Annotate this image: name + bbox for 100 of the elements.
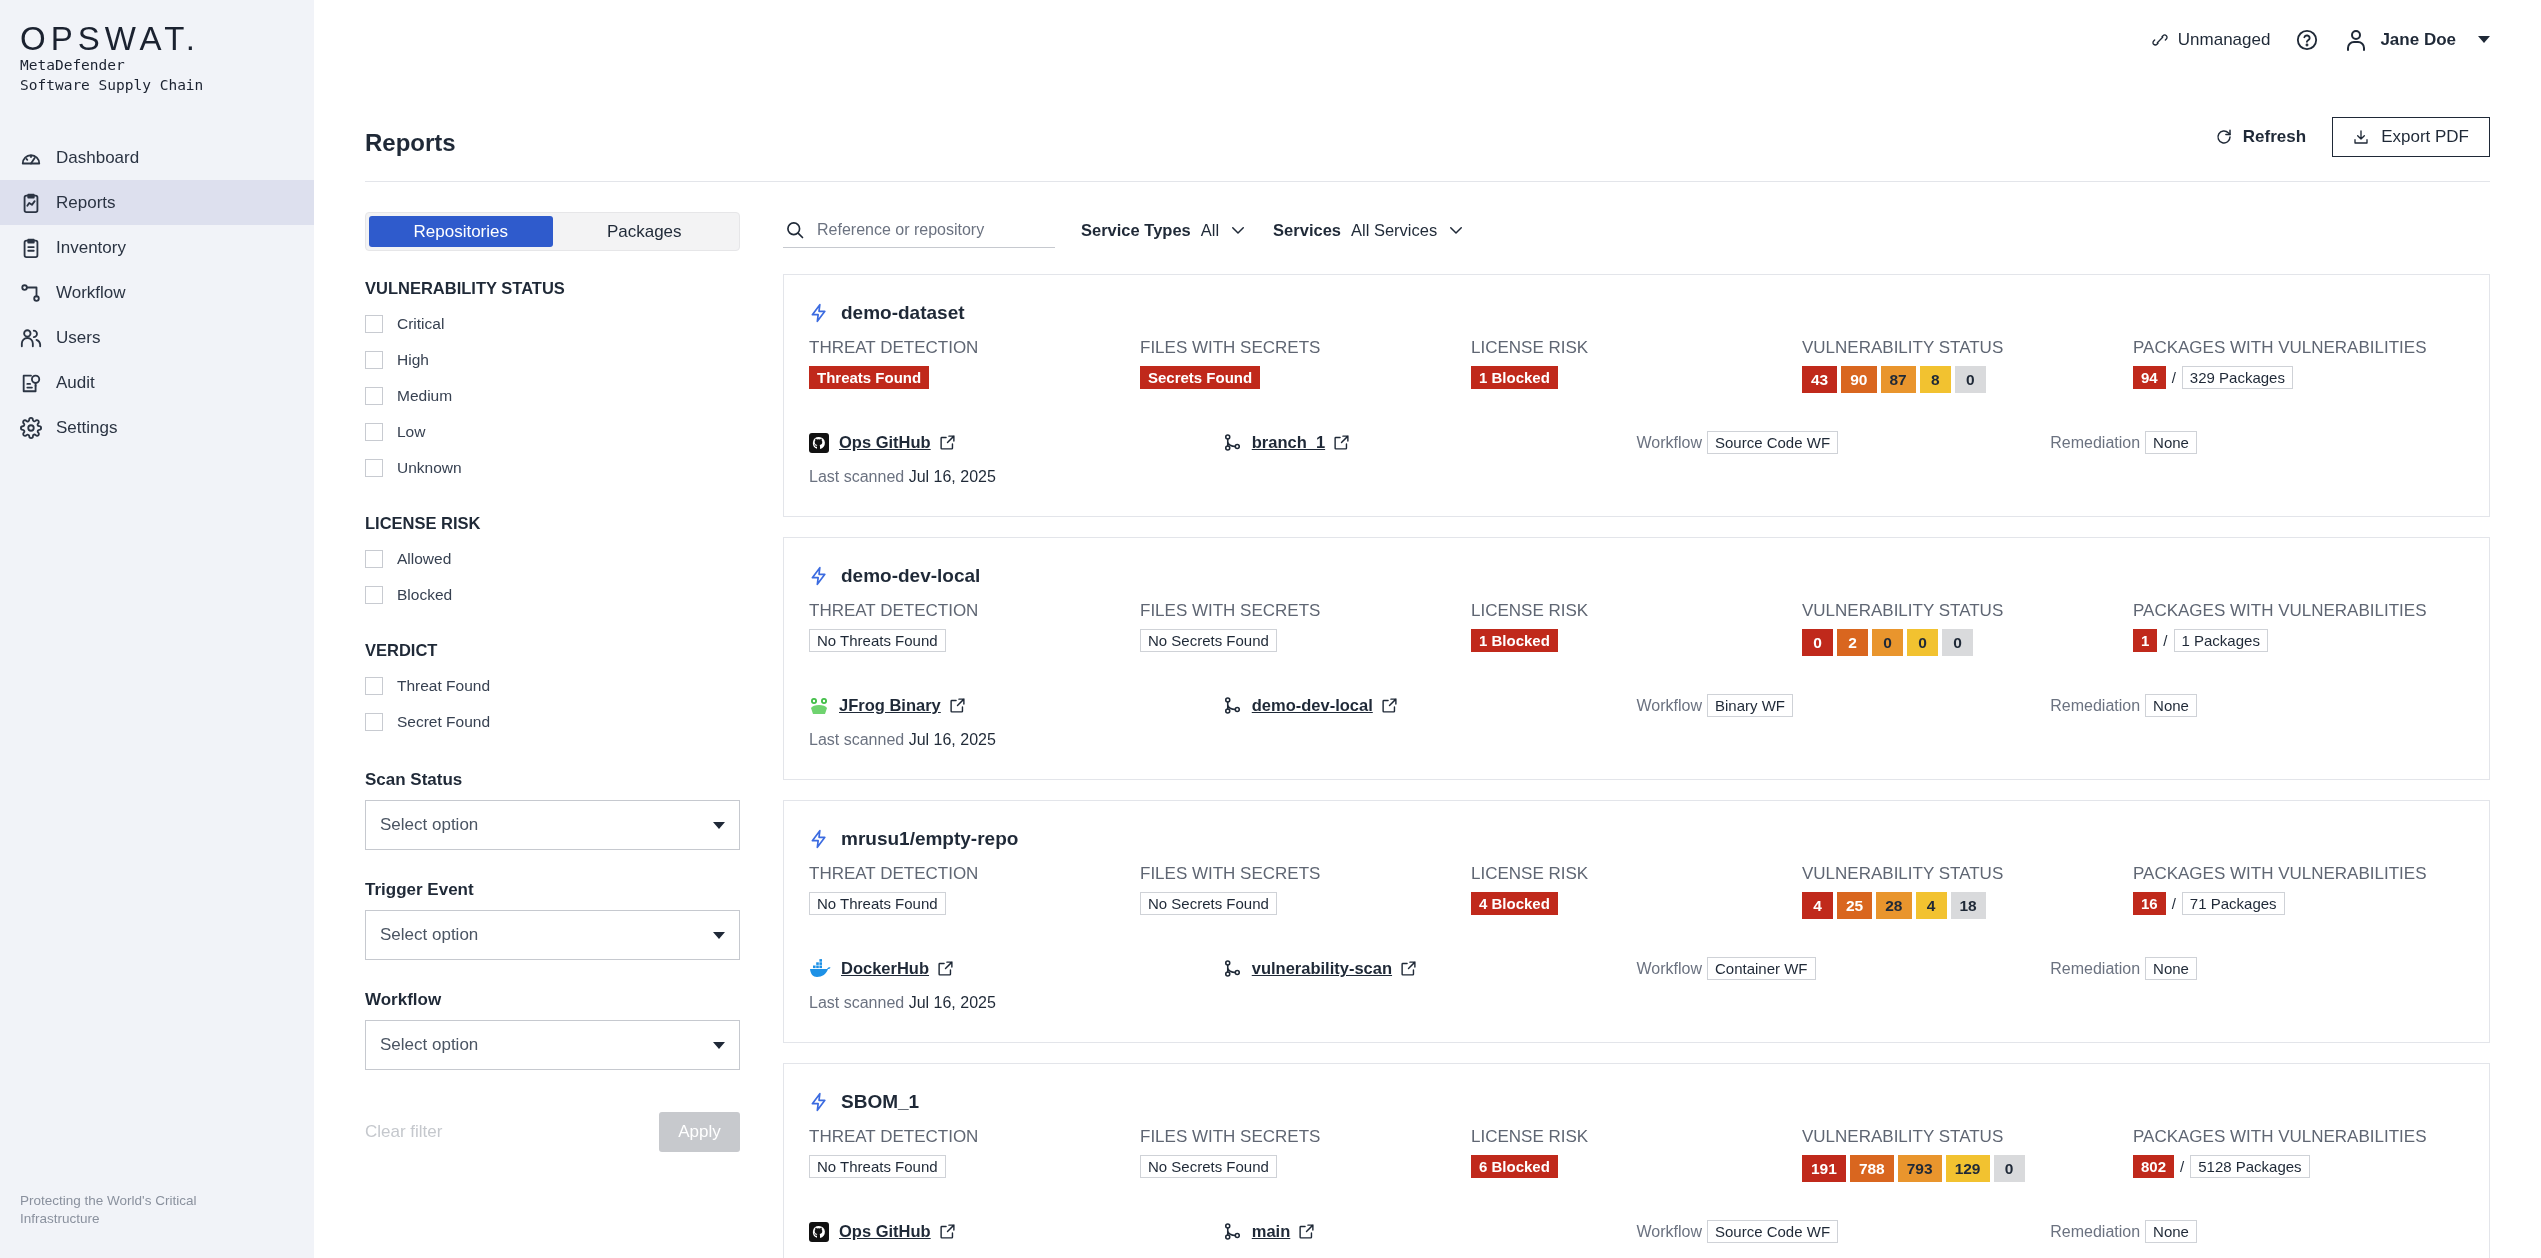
source-link[interactable]: Ops GitHub	[839, 433, 931, 453]
select-field[interactable]: Select option	[365, 1020, 740, 1071]
branch-link[interactable]: main	[1251, 1222, 1291, 1242]
checkbox[interactable]	[365, 550, 383, 569]
severity-count: 0	[1802, 629, 1833, 657]
checkbox[interactable]	[365, 713, 383, 732]
repository-name[interactable]: mrusu1/empty-repo	[841, 827, 1019, 852]
view-tab[interactable]: Packages	[552, 216, 736, 248]
vulnerable-package-count: 802	[2133, 1155, 2175, 1179]
workflow-label: Workflow	[1636, 433, 1702, 452]
severity-count: 18	[1950, 892, 1986, 920]
filter-dropdown[interactable]: Service Types All	[1081, 220, 1248, 240]
lightning-icon	[809, 1092, 829, 1113]
branch-link[interactable]: branch_1	[1251, 433, 1326, 453]
vulnerable-package-count: 16	[2133, 892, 2166, 916]
sidebar-item[interactable]: Audit	[0, 360, 314, 405]
checkbox-label: Low	[397, 423, 426, 442]
checkbox[interactable]	[365, 677, 383, 696]
search-field[interactable]: Reference or repository	[783, 212, 1055, 249]
product-name: MetaDefender	[20, 56, 126, 75]
sidebar-item[interactable]: Settings	[0, 405, 314, 450]
external-link-icon	[1333, 434, 1351, 452]
select-field[interactable]: Select option	[365, 910, 740, 961]
column-label: LICENSE RISK	[1471, 864, 1590, 885]
checkbox[interactable]	[365, 387, 383, 406]
filter-dropdown[interactable]: Services All Services	[1273, 220, 1466, 240]
vulnerable-package-count: 94	[2133, 366, 2166, 390]
column-label: FILES WITH SECRETS	[1140, 601, 1322, 622]
workflow-label: Workflow	[1636, 1222, 1702, 1241]
severity-count: 43	[1802, 366, 1838, 394]
checkbox[interactable]	[365, 351, 383, 370]
unlink-icon	[2151, 31, 2168, 48]
users-icon	[20, 326, 42, 349]
column-label: PACKAGES WITH VULNERABILITIES	[2133, 338, 2428, 359]
checkbox-label: Threat Found	[397, 677, 491, 696]
source-link[interactable]: JFrog Binary	[839, 696, 941, 716]
refresh-button[interactable]: Refresh	[2206, 119, 2315, 156]
severity-count: 28	[1876, 892, 1912, 920]
sidebar-item[interactable]: Reports	[0, 180, 314, 225]
column-label: THREAT DETECTION	[809, 601, 980, 622]
repository-name[interactable]: demo-dev-local	[841, 564, 981, 589]
sidebar-item[interactable]: Dashboard	[0, 135, 314, 180]
checkbox-label: Medium	[397, 387, 453, 406]
checkbox[interactable]	[365, 586, 383, 605]
separator: /	[2171, 369, 2176, 387]
view-tab[interactable]: Repositories	[369, 216, 553, 248]
branch-link[interactable]: demo-dev-local	[1251, 696, 1373, 716]
field-label: Scan Status	[365, 770, 464, 791]
severity-count: 90	[1841, 366, 1877, 394]
repository-name[interactable]: SBOM_1	[841, 1090, 920, 1115]
branch-icon	[1222, 696, 1242, 716]
caret-icon	[713, 821, 725, 829]
select-field[interactable]: Select option	[365, 800, 740, 851]
checkbox[interactable]	[365, 423, 383, 442]
severity-count: 4	[1802, 892, 1833, 920]
checkbox[interactable]	[365, 459, 383, 478]
checkbox[interactable]	[365, 315, 383, 334]
license-risk-tag: 4 Blocked	[1471, 892, 1558, 916]
branch-link[interactable]: vulnerability-scan	[1251, 959, 1393, 979]
workflow-label: Workflow	[1636, 959, 1702, 978]
severity-count: 2	[1837, 629, 1868, 657]
workflow-icon	[20, 281, 42, 304]
severity-count: 0	[1993, 1155, 2025, 1183]
product-subtitle: Software Supply Chain	[20, 76, 205, 95]
checkbox-label: High	[397, 351, 429, 370]
column-label: VULNERABILITY STATUS	[1802, 1127, 2005, 1148]
secrets-status-tag: Secrets Found	[1140, 366, 1261, 390]
severity-count: 793	[1897, 1155, 1942, 1183]
checkbox-label: Secret Found	[397, 713, 491, 732]
separator: /	[2180, 1158, 2185, 1176]
last-scanned-text: Last scanned Jul 16, 2025	[809, 468, 997, 487]
severity-count: 4	[1915, 892, 1947, 920]
frog-icon	[809, 695, 829, 716]
threat-status-tag: No Threats Found	[809, 629, 946, 653]
sidebar-item[interactable]: Inventory	[0, 225, 314, 270]
repository-name[interactable]: demo-dataset	[841, 301, 965, 326]
package-total-tag: 5128 Packages	[2190, 1155, 2310, 1179]
caret-icon	[2478, 36, 2490, 44]
column-label: VULNERABILITY STATUS	[1802, 601, 2005, 622]
workflow-label: Workflow	[1636, 696, 1702, 715]
license-risk-tag: 6 Blocked	[1471, 1155, 1558, 1179]
lightning-icon	[809, 566, 829, 587]
remediation-tag: None	[2145, 957, 2197, 981]
checkbox-label: Unknown	[397, 459, 462, 478]
severity-count: 87	[1880, 366, 1916, 394]
sidebar-item[interactable]: Workflow	[0, 270, 314, 315]
remediation-label: Remediation	[2050, 696, 2141, 715]
sidebar-item[interactable]: Users	[0, 315, 314, 360]
secrets-status-tag: No Secrets Found	[1140, 892, 1277, 916]
download-icon	[2353, 129, 2370, 146]
export-pdf-button[interactable]: Export PDF	[2332, 117, 2490, 158]
remediation-tag: None	[2145, 431, 2197, 455]
source-link[interactable]: Ops GitHub	[839, 1222, 931, 1242]
vulnerable-package-count: 1	[2133, 629, 2158, 653]
status-label: Unmanaged	[2177, 29, 2271, 50]
source-link[interactable]: DockerHub	[841, 959, 930, 979]
github-icon	[809, 432, 829, 453]
external-link-icon	[1298, 1223, 1316, 1241]
user-menu[interactable]: Jane Doe	[2344, 27, 2490, 52]
severity-count: 0	[1907, 629, 1938, 657]
